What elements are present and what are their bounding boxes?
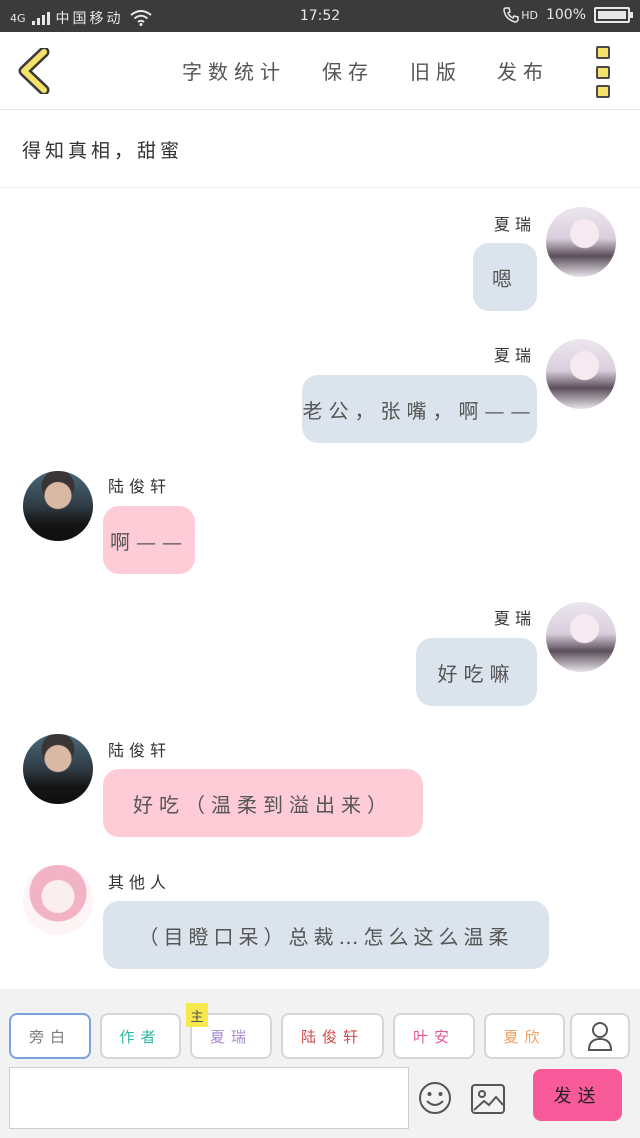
send-button[interactable]: 发送: [533, 1069, 622, 1121]
hd-label: HD: [521, 8, 538, 22]
avatar[interactable]: [546, 339, 616, 409]
speaker-name: 夏瑞: [493, 346, 536, 365]
role-button[interactable]: 夏欣: [484, 1013, 565, 1059]
role-button[interactable]: 叶安: [393, 1013, 475, 1059]
phone-icon: [503, 7, 519, 23]
avatar[interactable]: [23, 734, 93, 804]
chapter-title: 得知真相，甜蜜: [22, 140, 184, 162]
message-bubble[interactable]: 好吃（温柔到溢出来）: [103, 769, 423, 837]
smiley-icon[interactable]: [418, 1081, 452, 1115]
battery-percent: 100%: [545, 7, 586, 23]
avatar[interactable]: [23, 471, 93, 541]
speaker-name: 夏瑞: [493, 215, 536, 234]
avatar[interactable]: [546, 207, 616, 277]
message-bubble[interactable]: 老公，张嘴，啊——: [302, 375, 537, 443]
battery-fill: [598, 11, 626, 19]
battery-icon: [594, 7, 633, 23]
add-role-button[interactable]: [570, 1013, 630, 1059]
role-button[interactable]: 陆俊轩: [281, 1013, 384, 1059]
status-right: HD 100%: [503, 7, 633, 23]
role-button[interactable]: 旁白: [9, 1013, 91, 1059]
bottom-panel: 旁白 作者 夏瑞 主 陆俊轩 叶安 夏欣 发送: [0, 989, 640, 1138]
image-icon[interactable]: [470, 1083, 506, 1115]
message-input[interactable]: [9, 1067, 409, 1129]
status-bar: 4G 中国移动 17:52 HD 100%: [0, 0, 640, 32]
speaker-name: 陆俊轩: [108, 477, 172, 496]
message-bubble[interactable]: 好吃嘛: [416, 638, 537, 706]
main-role-badge: 主: [186, 1003, 208, 1027]
speaker-name: 陆俊轩: [108, 741, 172, 760]
speaker-name: 夏瑞: [493, 609, 536, 628]
save-button[interactable]: 保存: [322, 56, 374, 85]
speaker-name: 其他人: [108, 873, 172, 892]
avatar[interactable]: [546, 602, 616, 672]
word-count-button[interactable]: 字数统计: [182, 56, 286, 85]
role-button[interactable]: 作者: [100, 1013, 181, 1059]
chapter-header: 得知真相，甜蜜: [0, 110, 640, 188]
old-version-button[interactable]: 旧版: [410, 56, 462, 85]
top-nav: 字数统计 保存 旧版 发布: [0, 32, 640, 110]
menu-icon[interactable]: [596, 46, 614, 98]
avatar[interactable]: [23, 865, 93, 935]
publish-button[interactable]: 发布: [497, 56, 549, 85]
message-bubble[interactable]: （目瞪口呆）总裁…怎么这么温柔: [103, 901, 549, 969]
chat-area[interactable]: 夏瑞 嗯 夏瑞 老公，张嘴，啊—— 陆俊轩 啊—— 夏瑞 好吃嘛 陆俊轩 好吃（…: [0, 189, 640, 989]
message-bubble[interactable]: 啊——: [103, 506, 195, 574]
message-bubble[interactable]: 嗯: [473, 243, 537, 311]
user-icon: [587, 1022, 613, 1051]
chevron-left-icon[interactable]: [14, 48, 54, 94]
